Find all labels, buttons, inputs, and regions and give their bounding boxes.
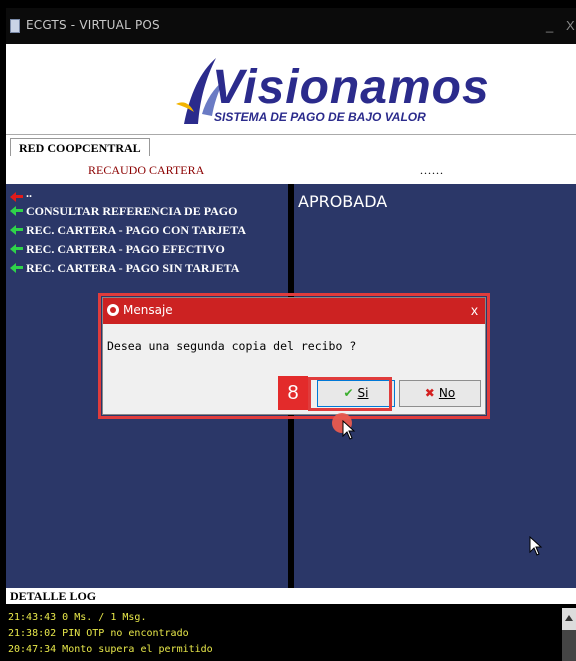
- menu-item-pago-efectivo[interactable]: REC. CARTERA - PAGO EFECTIVO: [10, 240, 246, 259]
- dialog-close-button[interactable]: x: [471, 302, 478, 318]
- menu-item-label: REC. CARTERA - PAGO EFECTIVO: [26, 242, 225, 256]
- mouse-cursor-icon: [342, 420, 356, 440]
- close-window-button[interactable]: X: [566, 18, 575, 33]
- brand-name: Visionamos: [212, 61, 490, 114]
- transaction-status: APROBADA: [298, 192, 388, 211]
- tab-bar: RED COOPCENTRAL: [6, 134, 576, 157]
- menu-item-label: CONSULTAR REFERENCIA DE PAGO: [26, 204, 238, 218]
- menu-back-label: ..: [26, 186, 32, 200]
- brand-banner: Visionamos SISTEMA DE PAGO DE BAJO VALOR: [6, 44, 576, 134]
- mouse-cursor-icon: [529, 536, 543, 556]
- log-line: 21:43:43 0 Ms. / 1 Msg.: [8, 612, 147, 623]
- title-bar: ECGTS - VIRTUAL POS _ X: [6, 8, 576, 44]
- step-number-badge: 8: [278, 376, 308, 410]
- brand-tagline: SISTEMA DE PAGO DE BAJO VALOR: [214, 110, 426, 124]
- menu-item-pago-con-tarjeta[interactable]: REC. CARTERA - PAGO CON TARJETA: [10, 221, 246, 240]
- no-button[interactable]: ✖ No: [399, 380, 481, 407]
- minimize-button[interactable]: _: [546, 18, 553, 33]
- log-scrollbar[interactable]: [562, 630, 576, 661]
- visionamos-logo: Visionamos SISTEMA DE PAGO DE BAJO VALOR: [176, 54, 489, 128]
- tab-red-coopcentral[interactable]: RED COOPCENTRAL: [10, 138, 150, 157]
- section-title: RECAUDO CARTERA: [88, 163, 205, 177]
- menu-item-pago-sin-tarjeta[interactable]: REC. CARTERA - PAGO SIN TARJETA: [10, 259, 246, 278]
- app-alert-icon: [107, 304, 119, 316]
- log-title: DETALLE LOG: [6, 588, 576, 604]
- window-title: ECGTS - VIRTUAL POS: [26, 18, 160, 32]
- section-dots: ......: [420, 163, 444, 177]
- menu-item-label: REC. CARTERA - PAGO SIN TARJETA: [26, 261, 240, 275]
- transaction-menu: .. CONSULTAR REFERENCIA DE PAGO REC. CAR…: [10, 186, 246, 278]
- menu-back-item[interactable]: ..: [10, 186, 246, 202]
- menu-item-consultar-referencia[interactable]: CONSULTAR REFERENCIA DE PAGO: [10, 202, 246, 221]
- log-line: 20:47:34 Monto supera el permitido: [8, 644, 213, 655]
- log-line: 21:38:02 PIN OTP no encontrado: [8, 628, 189, 639]
- green-arrow-icon: [10, 244, 23, 254]
- scroll-up-button[interactable]: [562, 608, 576, 630]
- green-arrow-icon: [10, 263, 23, 273]
- dialog-title-bar: Mensaje x: [103, 298, 485, 324]
- green-arrow-icon: [10, 206, 23, 216]
- log-list: 21:43:43 0 Ms. / 1 Msg. 21:38:02 PIN OTP…: [8, 610, 213, 658]
- pos-window: ECGTS - VIRTUAL POS _ X Visionamos SISTE…: [0, 0, 576, 661]
- section-header: RECAUDO CARTERA ......: [6, 156, 576, 184]
- dialog-title: Mensaje: [123, 303, 173, 317]
- menu-item-label: REC. CARTERA - PAGO CON TARJETA: [26, 223, 247, 237]
- step-highlight-box: [308, 377, 392, 411]
- x-icon: ✖: [424, 386, 435, 400]
- no-button-label: No: [438, 386, 456, 400]
- back-arrow-icon: [10, 192, 23, 202]
- dialog-message: Desea una segunda copia del recibo ?: [107, 339, 357, 353]
- app-icon: [10, 19, 20, 33]
- green-arrow-icon: [10, 225, 23, 235]
- log-panel: DETALLE LOG 21:43:43 0 Ms. / 1 Msg. 21:3…: [6, 588, 576, 661]
